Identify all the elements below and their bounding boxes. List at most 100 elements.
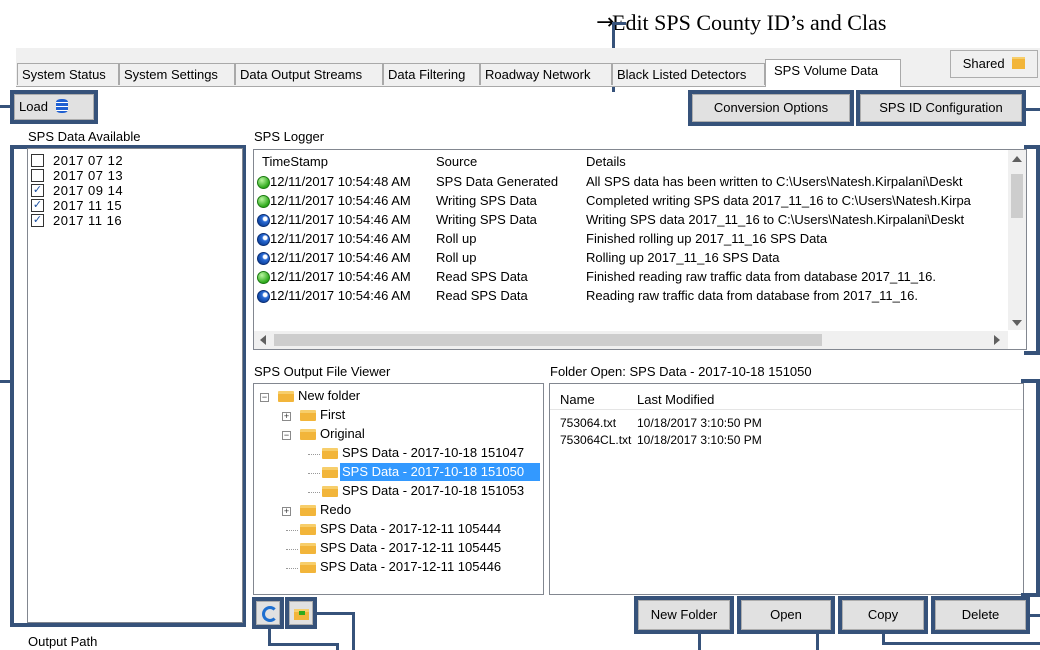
green-arrow-icon [299,611,305,615]
refresh-icon [262,606,278,622]
info-status-icon [257,252,270,265]
annotation-leader [1026,108,1040,111]
logger-col-details[interactable]: Details [586,154,626,169]
tab-system-settings[interactable]: System Settings [119,63,235,85]
collapse-toggle-icon[interactable]: − [260,393,269,402]
sps-id-configuration-button[interactable]: SPS ID Configuration [860,94,1022,122]
load-label: Load [19,99,48,114]
tree-node-label[interactable]: SPS Data - 2017-12-11 105445 [320,540,501,555]
logger-col-source[interactable]: Source [436,154,477,169]
file-name[interactable]: 753064CL.txt [560,433,631,447]
logger-details: Writing SPS data 2017_11_16 to C:\Users\… [586,212,965,227]
date-item-label[interactable]: 2017 11 16 [53,213,122,228]
date-checkbox[interactable] [31,169,44,182]
logger-details: Finished rolling up 2017_11_16 SPS Data [586,231,828,246]
date-item-label[interactable]: 2017 11 15 [53,198,122,213]
folder-open-icon [1012,57,1026,69]
tab-data-filtering[interactable]: Data Filtering [383,63,480,85]
file-name[interactable]: 753064.txt [560,416,616,430]
tree-node-label[interactable]: SPS Data - 2017-10-18 151047 [342,445,524,460]
copy-button[interactable]: Copy [842,600,924,630]
date-item-label[interactable]: 2017 07 13 [53,168,123,183]
logger-hscroll-thumb[interactable] [274,334,822,346]
annotation-leader [352,612,355,650]
tab-black-listed-detectors[interactable]: Black Listed Detectors [612,63,765,85]
sps-data-available-label: SPS Data Available [28,129,141,144]
tab-roadway-network[interactable]: Roadway Network [480,63,612,85]
info-status-icon [257,214,270,227]
annotation-leader [612,22,626,25]
scroll-down-arrow-icon[interactable] [1012,320,1022,326]
success-status-icon [257,176,270,189]
date-item-label[interactable]: 2017 09 14 [53,183,123,198]
date-checkbox[interactable] [31,154,44,167]
folder-icon [322,448,338,459]
annotation-leader [882,642,1040,645]
scroll-right-arrow-icon[interactable] [994,335,1000,345]
info-status-icon [257,233,270,246]
file-modified: 10/18/2017 3:10:50 PM [637,416,762,430]
logger-timestamp: 12/11/2017 10:54:46 AM [270,269,411,284]
folder-open-bracket [1021,379,1040,597]
logger-source: SPS Data Generated [436,174,559,189]
expand-toggle-icon[interactable]: + [282,507,291,516]
tree-node-label[interactable]: First [320,407,345,422]
folder-icon [300,524,316,535]
folder-icon [322,486,338,497]
annotation-leader [816,634,819,650]
export-folder-button[interactable] [289,601,313,625]
sps-logger-bracket [1024,145,1040,355]
sps-logger-label: SPS Logger [254,129,325,144]
scroll-left-arrow-icon[interactable] [260,335,266,345]
delete-button[interactable]: Delete [935,600,1026,630]
folder-icon [300,410,316,421]
info-status-icon [257,290,270,303]
load-button[interactable]: Load [14,94,94,120]
tree-connector [308,473,320,474]
folder-icon [300,562,316,573]
expand-toggle-icon[interactable]: + [282,412,291,421]
logger-scroll-thumb[interactable] [1011,174,1023,218]
file-modified: 10/18/2017 3:10:50 PM [637,433,762,447]
new-folder-button[interactable]: New Folder [638,600,730,630]
sps-output-file-viewer-label: SPS Output File Viewer [254,364,391,379]
collapse-toggle-icon[interactable]: − [282,431,291,440]
logger-source: Writing SPS Data [436,212,537,227]
output-path-label: Output Path [28,634,98,649]
file-col-name[interactable]: Name [560,392,595,407]
folder-icon [300,543,316,554]
tree-node-label[interactable]: SPS Data - 2017-10-18 151050 [342,464,524,479]
date-checkbox[interactable]: ✓ [31,184,44,197]
annotation-leader [1030,614,1040,617]
date-item-label[interactable]: 2017 07 12 [53,153,123,168]
file-col-last-modified[interactable]: Last Modified [637,392,714,407]
refresh-button[interactable] [256,601,280,625]
conversion-options-button[interactable]: Conversion Options [692,94,850,122]
tab-data-output-streams[interactable]: Data Output Streams [235,63,383,85]
sps-output-file-tree: − New folder + First − Original SPS Data - 201… [253,383,544,595]
folder-file-list: Name Last Modified 753064.txt 10/18/2017 … [549,383,1024,595]
scroll-up-arrow-icon[interactable] [1012,156,1022,162]
sps-data-available-list: 2017 07 12 2017 07 13 ✓ 2017 09 14 ✓ 2017 11 … [27,148,243,623]
date-checkbox[interactable]: ✓ [31,214,44,227]
shared-label: Shared [962,56,1005,71]
tree-node-label[interactable]: SPS Data - 2017-12-11 105444 [320,521,501,536]
tab-sps-volume-data[interactable]: SPS Volume Data [765,59,901,87]
tree-node-label[interactable]: Original [320,426,365,441]
logger-col-timestamp[interactable]: TimeStamp [262,154,328,169]
tree-node-label[interactable]: Redo [320,502,351,517]
success-status-icon [257,271,270,284]
tree-connector [308,492,320,493]
shared-button[interactable]: Shared [950,50,1038,78]
tree-node-label[interactable]: New folder [298,388,360,403]
open-button[interactable]: Open [741,600,831,630]
date-checkbox[interactable]: ✓ [31,199,44,212]
file-list-header-divider [550,409,1023,410]
logger-timestamp: 12/11/2017 10:54:46 AM [270,231,411,246]
tree-node-label[interactable]: SPS Data - 2017-10-18 151053 [342,483,524,498]
tree-connector [286,568,298,569]
tab-system-status[interactable]: System Status [17,63,119,85]
annotation-leader [0,105,12,108]
tree-node-label[interactable]: SPS Data - 2017-12-11 105446 [320,559,501,574]
logger-timestamp: 12/11/2017 10:54:46 AM [270,193,411,208]
